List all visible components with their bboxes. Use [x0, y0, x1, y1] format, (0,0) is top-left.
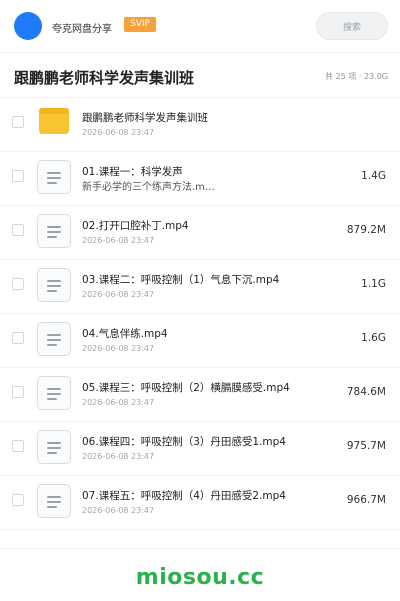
video-file-icon: [37, 214, 71, 248]
item-date: 2026-06-08 23:47: [82, 506, 155, 515]
page-title: 跟鹏鹏老师科学发声集训班: [14, 69, 195, 87]
list-item[interactable]: 02.打开口腔补丁.mp4 2026-06-08 23:47 879.2M: [0, 206, 400, 260]
list-item[interactable]: 06.课程四：呼吸控制（3）丹田感受1.mp4 2026-06-08 23:47…: [0, 422, 400, 476]
item-date: 2026-06-08 23:47: [82, 128, 155, 137]
item-date: 2026-06-08 23:47: [82, 236, 155, 245]
folder-meta: 共 25 项 · 23.0G: [325, 72, 388, 81]
top-bar: 夸克网盘分享 SVIP 搜索: [0, 0, 400, 52]
search-placeholder: 搜索: [342, 23, 361, 33]
video-file-icon: [37, 160, 71, 194]
item-size: 879.2M: [346, 224, 386, 236]
item-size: 1.1G: [361, 278, 386, 290]
item-subtitle: 新手必学的三个练声方法.m…: [82, 182, 215, 193]
footer: miosou.cc: [0, 548, 400, 601]
item-checkbox[interactable]: [12, 386, 24, 398]
item-date: 2026-06-08 23:47: [82, 398, 155, 407]
item-date: 2026-06-08 23:47: [82, 344, 155, 353]
item-checkbox[interactable]: [12, 332, 24, 344]
item-name: 跟鹏鹏老师科学发声集训班: [82, 112, 208, 124]
item-name: 02.打开口腔补丁.mp4: [82, 220, 189, 232]
item-checkbox[interactable]: [12, 170, 24, 182]
item-name: 07.课程五：呼吸控制（4）丹田感受2.mp4: [82, 490, 286, 502]
item-checkbox[interactable]: [12, 440, 24, 452]
list-item[interactable]: 03.课程二：呼吸控制（1）气息下沉.mp4 2026-06-08 23:47 …: [0, 260, 400, 314]
watermark: miosou.cc: [135, 565, 265, 590]
video-file-icon: [37, 376, 71, 410]
username: 夸克网盘分享: [52, 24, 112, 35]
item-checkbox[interactable]: [12, 224, 24, 236]
item-name: 06.课程四：呼吸控制（3）丹田感受1.mp4: [82, 436, 286, 448]
item-size: 1.6G: [361, 332, 386, 344]
folder-header: 跟鹏鹏老师科学发声集训班 共 25 项 · 23.0G: [0, 52, 400, 98]
list-item[interactable]: 07.课程五：呼吸控制（4）丹田感受2.mp4 2026-06-08 23:47…: [0, 476, 400, 530]
item-name: 01.课程一：科学发声: [82, 166, 183, 178]
item-checkbox[interactable]: [12, 278, 24, 290]
item-checkbox[interactable]: [12, 116, 24, 128]
item-size: 1.4G: [361, 170, 386, 182]
item-date: 2026-06-08 23:47: [82, 452, 155, 461]
video-file-icon: [37, 268, 71, 302]
folder-icon: [39, 108, 69, 134]
avatar[interactable]: [14, 12, 42, 40]
video-file-icon: [37, 484, 71, 518]
list-item[interactable]: 05.课程三：呼吸控制（2）横膈膜感受.mp4 2026-06-08 23:47…: [0, 368, 400, 422]
file-list: 跟鹏鹏老师科学发声集训班 2026-06-08 23:47 01.课程一：科学发…: [0, 98, 400, 530]
item-size: 975.7M: [346, 440, 386, 452]
item-size: 784.6M: [346, 386, 386, 398]
list-item[interactable]: 04.气息伴练.mp4 2026-06-08 23:47 1.6G: [0, 314, 400, 368]
item-date: 2026-06-08 23:47: [82, 290, 155, 299]
video-file-icon: [37, 430, 71, 464]
list-item[interactable]: 跟鹏鹏老师科学发声集训班 2026-06-08 23:47: [0, 98, 400, 152]
list-item[interactable]: 01.课程一：科学发声 新手必学的三个练声方法.m… 1.4G: [0, 152, 400, 206]
item-name: 03.课程二：呼吸控制（1）气息下沉.mp4: [82, 274, 280, 286]
item-name: 04.气息伴练.mp4: [82, 328, 168, 340]
item-checkbox[interactable]: [12, 494, 24, 506]
svip-badge: SVIP: [124, 17, 156, 32]
video-file-icon: [37, 322, 71, 356]
item-size: 966.7M: [346, 494, 386, 506]
search-input[interactable]: 搜索: [316, 12, 388, 40]
item-name: 05.课程三：呼吸控制（2）横膈膜感受.mp4: [82, 382, 290, 394]
